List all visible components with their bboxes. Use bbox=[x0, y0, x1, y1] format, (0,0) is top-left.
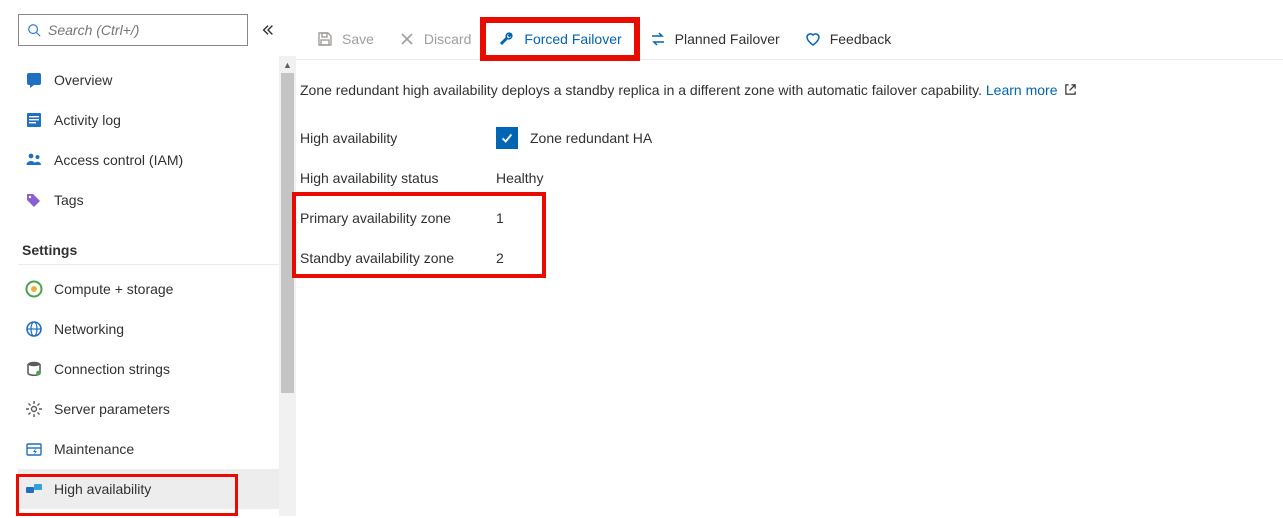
learn-more-link[interactable]: Learn more bbox=[986, 82, 1058, 98]
sidebar-item-networking[interactable]: Networking bbox=[18, 309, 288, 349]
tags-icon bbox=[24, 190, 44, 210]
ha-label: High availability bbox=[300, 130, 496, 146]
sidebar-item-connection-strings[interactable]: Connection strings bbox=[18, 349, 288, 389]
button-label: Save bbox=[342, 31, 374, 47]
button-label: Discard bbox=[424, 31, 471, 47]
sidebar-item-server-parameters[interactable]: Server parameters bbox=[18, 389, 288, 429]
primary-zone-value: 1 bbox=[496, 210, 504, 226]
overview-icon bbox=[24, 70, 44, 90]
swap-icon bbox=[649, 30, 667, 48]
description-text: Zone redundant high availability deploys… bbox=[296, 60, 1283, 102]
sidebar-item-label: Connection strings bbox=[54, 361, 170, 377]
sidebar-item-label: Networking bbox=[54, 321, 124, 337]
iam-icon bbox=[24, 150, 44, 170]
standby-zone-label: Standby availability zone bbox=[300, 250, 496, 266]
sidebar-item-activity-log[interactable]: Activity log bbox=[18, 100, 288, 140]
toolbar: Save Discard Forced Failover Planned Fai… bbox=[296, 18, 1283, 60]
sidebar-item-label: Access control (IAM) bbox=[54, 152, 183, 168]
button-label: Forced Failover bbox=[524, 31, 621, 47]
sidebar-item-access-control[interactable]: Access control (IAM) bbox=[18, 140, 288, 180]
chevron-double-left-icon bbox=[261, 23, 275, 37]
discard-button[interactable]: Discard bbox=[386, 20, 483, 58]
feedback-button[interactable]: Feedback bbox=[792, 20, 903, 58]
search-icon bbox=[27, 23, 41, 37]
sidebar-item-tags[interactable]: Tags bbox=[18, 180, 288, 220]
save-button[interactable]: Save bbox=[304, 20, 386, 58]
search-input[interactable]: Search (Ctrl+/) bbox=[18, 14, 248, 46]
discard-icon bbox=[398, 30, 416, 48]
search-placeholder: Search (Ctrl+/) bbox=[48, 22, 139, 38]
scrollbar-thumb[interactable] bbox=[281, 73, 294, 393]
activity-log-icon bbox=[24, 110, 44, 130]
sidebar-item-label: Tags bbox=[54, 192, 84, 208]
row-high-availability: High availability Zone redundant HA bbox=[300, 118, 1283, 158]
sidebar-item-high-availability[interactable]: High availability bbox=[18, 469, 288, 509]
networking-icon bbox=[24, 319, 44, 339]
high-availability-icon bbox=[24, 479, 44, 499]
ha-status-label: High availability status bbox=[300, 170, 496, 186]
sidebar: Search (Ctrl+/) Overview Activity log Ac… bbox=[0, 0, 296, 518]
ha-status-value: Healthy bbox=[496, 170, 543, 186]
sidebar-item-label: Server parameters bbox=[54, 401, 170, 417]
sidebar-item-overview[interactable]: Overview bbox=[18, 60, 288, 100]
compute-storage-icon bbox=[24, 279, 44, 299]
sidebar-item-label: Activity log bbox=[54, 112, 121, 128]
connection-strings-icon bbox=[24, 359, 44, 379]
sidebar-item-label: Compute + storage bbox=[54, 281, 173, 297]
sidebar-heading-settings: Settings bbox=[18, 234, 288, 265]
button-label: Feedback bbox=[830, 31, 891, 47]
button-label: Planned Failover bbox=[675, 31, 780, 47]
scroll-up-icon[interactable]: ▲ bbox=[279, 56, 296, 73]
sidebar-item-compute-storage[interactable]: Compute + storage bbox=[18, 269, 288, 309]
description-content: Zone redundant high availability deploys… bbox=[300, 82, 982, 98]
ha-value: Zone redundant HA bbox=[530, 130, 652, 146]
heart-icon bbox=[804, 30, 822, 48]
main-panel: Save Discard Forced Failover Planned Fai… bbox=[296, 0, 1283, 518]
row-standby-zone: Standby availability zone 2 bbox=[300, 238, 1283, 278]
forced-failover-button[interactable]: Forced Failover bbox=[483, 20, 636, 58]
primary-zone-label: Primary availability zone bbox=[300, 210, 496, 226]
sidebar-item-label: Maintenance bbox=[54, 441, 134, 457]
wrench-icon bbox=[498, 30, 516, 48]
sidebar-item-label: Overview bbox=[54, 72, 112, 88]
collapse-sidebar-button[interactable] bbox=[248, 23, 288, 37]
save-icon bbox=[316, 30, 334, 48]
server-parameters-icon bbox=[24, 399, 44, 419]
sidebar-item-maintenance[interactable]: Maintenance bbox=[18, 429, 288, 469]
external-link-icon bbox=[1064, 83, 1077, 96]
ha-checkbox[interactable] bbox=[496, 127, 518, 149]
scrollbar[interactable]: ▲ bbox=[279, 56, 296, 516]
planned-failover-button[interactable]: Planned Failover bbox=[637, 20, 792, 58]
standby-zone-value: 2 bbox=[496, 250, 504, 266]
row-ha-status: High availability status Healthy bbox=[300, 158, 1283, 198]
maintenance-icon bbox=[24, 439, 44, 459]
row-primary-zone: Primary availability zone 1 bbox=[300, 198, 1283, 238]
sidebar-item-label: High availability bbox=[54, 481, 151, 497]
